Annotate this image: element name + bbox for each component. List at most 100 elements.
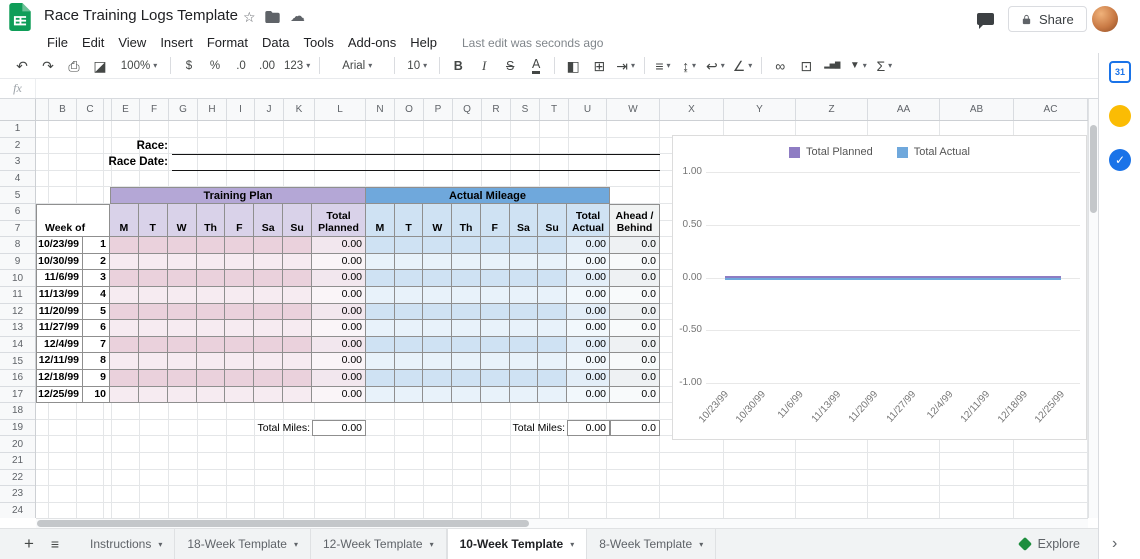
training-day-cell[interactable]: [283, 237, 312, 254]
week-date-cell[interactable]: 11/20/99: [36, 304, 83, 321]
actual-day-cell[interactable]: [395, 320, 424, 337]
actual-day-cell[interactable]: [538, 387, 567, 404]
actual-day-cell[interactable]: [538, 320, 567, 337]
total-planned-cell[interactable]: 0.00: [312, 353, 366, 370]
explore-button[interactable]: Explore: [1012, 532, 1088, 555]
ahead-behind-cell[interactable]: 0.0: [610, 353, 660, 370]
training-day-cell[interactable]: [110, 304, 139, 321]
actual-day-cell[interactable]: [452, 304, 481, 321]
training-day-cell[interactable]: [225, 337, 254, 354]
week-number-cell[interactable]: 6: [83, 320, 110, 337]
training-day-cell[interactable]: [225, 287, 254, 304]
actual-day-cell[interactable]: [366, 320, 395, 337]
actual-day-cell[interactable]: [395, 237, 424, 254]
training-day-cell[interactable]: [110, 320, 139, 337]
actual-day-cell[interactable]: [366, 337, 395, 354]
total-actual-cell[interactable]: 0.00: [567, 320, 610, 337]
vertical-scrollbar-thumb[interactable]: [1090, 125, 1097, 213]
actual-day-cell[interactable]: [452, 387, 481, 404]
actual-day-cell[interactable]: [510, 270, 539, 287]
actual-day-cell[interactable]: [423, 387, 452, 404]
actual-day-cell[interactable]: [452, 353, 481, 370]
actual-day-cell[interactable]: [423, 353, 452, 370]
training-day-cell[interactable]: [254, 337, 283, 354]
training-day-cell[interactable]: [139, 287, 168, 304]
actual-day-cell[interactable]: [395, 287, 424, 304]
actual-day-cell[interactable]: [510, 320, 539, 337]
add-sheet-button[interactable]: +: [16, 529, 42, 559]
actual-day-cell[interactable]: [481, 353, 510, 370]
calendar-icon[interactable]: 31: [1109, 61, 1131, 83]
ahead-behind-sum[interactable]: 0.0: [610, 420, 660, 437]
week-number-cell[interactable]: 8: [83, 353, 110, 370]
training-day-cell[interactable]: [254, 270, 283, 287]
training-day-cell[interactable]: [283, 254, 312, 271]
training-day-cell[interactable]: [254, 387, 283, 404]
total-actual-cell[interactable]: 0.00: [567, 270, 610, 287]
actual-day-cell[interactable]: [423, 304, 452, 321]
training-day-cell[interactable]: [197, 270, 226, 287]
total-planned-cell[interactable]: 0.00: [312, 387, 366, 404]
horizontal-scrollbar[interactable]: [36, 518, 1088, 528]
total-planned-cell[interactable]: 0.00: [312, 254, 366, 271]
training-day-cell[interactable]: [168, 287, 197, 304]
actual-day-cell[interactable]: [481, 237, 510, 254]
training-day-cell[interactable]: [197, 337, 226, 354]
tab-18-week-template[interactable]: 18-Week Template▾: [175, 529, 311, 559]
ahead-behind-cell[interactable]: 0.0: [610, 337, 660, 354]
training-day-cell[interactable]: [168, 370, 197, 387]
training-day-cell[interactable]: [225, 387, 254, 404]
training-day-cell[interactable]: [197, 304, 226, 321]
training-day-cell[interactable]: [168, 320, 197, 337]
training-day-cell[interactable]: [197, 387, 226, 404]
training-day-cell[interactable]: [254, 370, 283, 387]
week-number-cell[interactable]: 4: [83, 287, 110, 304]
actual-day-cell[interactable]: [510, 237, 539, 254]
actual-day-cell[interactable]: [366, 370, 395, 387]
training-day-cell[interactable]: [139, 237, 168, 254]
total-actual-cell[interactable]: 0.00: [567, 337, 610, 354]
actual-day-cell[interactable]: [423, 270, 452, 287]
week-number-cell[interactable]: 7: [83, 337, 110, 354]
total-planned-cell[interactable]: 0.00: [312, 270, 366, 287]
week-date-cell[interactable]: 11/6/99: [36, 270, 83, 287]
legend-item-total-actual[interactable]: Total Actual: [897, 146, 970, 158]
training-day-cell[interactable]: [254, 287, 283, 304]
training-day-cell[interactable]: [139, 387, 168, 404]
training-day-cell[interactable]: [197, 287, 226, 304]
training-day-cell[interactable]: [168, 270, 197, 287]
week-date-cell[interactable]: 11/13/99: [36, 287, 83, 304]
training-day-cell[interactable]: [139, 353, 168, 370]
training-day-cell[interactable]: [197, 370, 226, 387]
training-day-cell[interactable]: [110, 387, 139, 404]
week-date-cell[interactable]: 12/11/99: [36, 353, 83, 370]
week-date-cell[interactable]: 10/30/99: [36, 254, 83, 271]
total-actual-cell[interactable]: 0.00: [567, 237, 610, 254]
actual-day-cell[interactable]: [395, 370, 424, 387]
training-day-cell[interactable]: [168, 387, 197, 404]
training-day-cell[interactable]: [254, 353, 283, 370]
training-day-cell[interactable]: [283, 320, 312, 337]
actual-day-cell[interactable]: [395, 337, 424, 354]
training-day-cell[interactable]: [283, 387, 312, 404]
actual-day-cell[interactable]: [538, 370, 567, 387]
actual-day-cell[interactable]: [395, 353, 424, 370]
training-day-cell[interactable]: [225, 237, 254, 254]
training-day-cell[interactable]: [110, 353, 139, 370]
actual-day-cell[interactable]: [481, 270, 510, 287]
race-underline[interactable]: [172, 154, 660, 155]
actual-day-cell[interactable]: [423, 370, 452, 387]
week-date-cell[interactable]: 12/18/99: [36, 370, 83, 387]
total-actual-cell[interactable]: 0.00: [567, 353, 610, 370]
training-day-cell[interactable]: [110, 254, 139, 271]
actual-day-cell[interactable]: [510, 287, 539, 304]
actual-day-cell[interactable]: [510, 254, 539, 271]
week-number-cell[interactable]: 5: [83, 304, 110, 321]
actual-day-cell[interactable]: [452, 320, 481, 337]
training-day-cell[interactable]: [139, 337, 168, 354]
total-planned-cell[interactable]: 0.00: [312, 287, 366, 304]
training-day-cell[interactable]: [283, 337, 312, 354]
training-day-cell[interactable]: [254, 304, 283, 321]
training-day-cell[interactable]: [110, 270, 139, 287]
total-planned-cell[interactable]: 0.00: [312, 370, 366, 387]
